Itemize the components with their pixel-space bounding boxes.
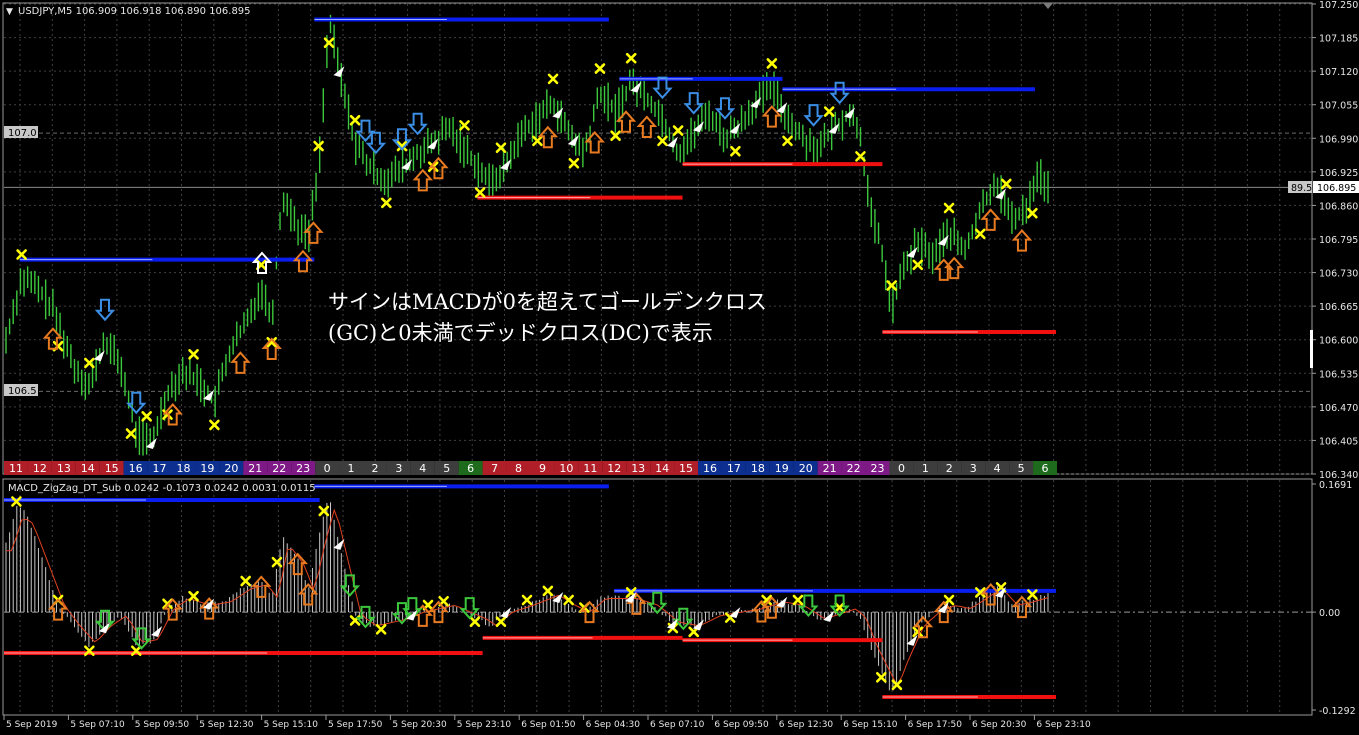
time-tick-label: 6 Sep 20:30 <box>972 720 1027 730</box>
time-tick-label: 6 Sep 01:50 <box>521 720 576 730</box>
time-tick-label: 6 Sep 07:10 <box>650 720 705 730</box>
current-price-label: 106.895 <box>1317 183 1356 194</box>
sub-axis: 0.1691 0.00 -0.1292 <box>1312 480 1356 717</box>
hour-cell-label: 21 <box>248 462 262 475</box>
hour-cell-label: 3 <box>395 462 402 475</box>
price-axis-scrollbar <box>1310 330 1313 368</box>
time-tick-label: 6 Sep 17:50 <box>908 720 963 730</box>
hour-cell-label: 6 <box>1042 462 1049 475</box>
hour-cell-label: 6 <box>467 462 474 475</box>
time-tick-label: 5 Sep 12:30 <box>199 720 254 730</box>
time-tick-label: 5 Sep 2019 <box>6 720 58 730</box>
hour-cell-label: 19 <box>775 462 789 475</box>
sub-panel-frame <box>2 478 1313 716</box>
price-tick-label: 106.470 <box>1319 403 1358 414</box>
hour-cell-label: 22 <box>847 462 861 475</box>
collapse-marker[interactable]: ▼ <box>6 7 13 17</box>
hour-cell-label: 19 <box>200 462 214 475</box>
hour-cell-label: 0 <box>898 462 905 475</box>
hour-cell-label: 11 <box>9 462 23 475</box>
hour-cell-label: 12 <box>607 462 621 475</box>
sub-tick-label: 0.1691 <box>1319 480 1352 491</box>
hour-cell-label: 22 <box>272 462 286 475</box>
time-tick-label: 5 Sep 20:30 <box>392 720 447 730</box>
price-tick-label: 106.535 <box>1319 369 1358 380</box>
price-tick-label: 107.250 <box>1319 0 1358 11</box>
hour-cell-label: 4 <box>994 462 1001 475</box>
time-tick-label: 5 Sep 15:10 <box>264 720 319 730</box>
chart-canvas[interactable]: 11 12 13 14 15 16 17 18 19 20 21 22 23 0 1 2 3 4 5 6 7 8 9 10 11… <box>0 0 1359 735</box>
price-tick-label: 106.600 <box>1319 336 1358 347</box>
hour-cell-label: 3 <box>970 462 977 475</box>
hour-cell-label: 2 <box>946 462 953 475</box>
time-tick-label: 5 Sep 09:50 <box>135 720 190 730</box>
hour-cell-label: 0 <box>324 462 331 475</box>
hour-cell-label: 23 <box>871 462 885 475</box>
hour-cell-label: 15 <box>679 462 693 475</box>
time-tick-label: 6 Sep 04:30 <box>586 720 641 730</box>
hour-cell-label: 13 <box>631 462 645 475</box>
hour-cell-label: 1 <box>922 462 929 475</box>
price-tick-label: 106.795 <box>1319 235 1358 246</box>
hour-cell-label: 8 <box>515 462 522 475</box>
time-tick-label: 5 Sep 17:50 <box>328 720 383 730</box>
price-tick-label: 106.925 <box>1319 168 1358 179</box>
main-chart-header: USDJPY,M5 106.909 106.918 106.890 106.89… <box>18 6 251 17</box>
price-tick-label: 107.055 <box>1319 101 1358 112</box>
hour-cell-label: 11 <box>583 462 597 475</box>
hour-cell-label: 14 <box>655 462 669 475</box>
hour-cell-label: 9 <box>539 462 546 475</box>
hour-cell-label: 18 <box>176 462 190 475</box>
hour-cell-label: 5 <box>443 462 450 475</box>
sub-tick-label: -0.1292 <box>1319 706 1356 717</box>
hour-cell-label: 1 <box>348 462 355 475</box>
time-tick-label: 6 Sep 12:30 <box>779 720 834 730</box>
sub-chart-header: MACD_ZigZag_DT_Sub 0.0242 -0.1073 0.0242… <box>8 483 316 494</box>
hour-cell-label: 2 <box>371 462 378 475</box>
hour-cell-label: 13 <box>57 462 71 475</box>
time-tick-label: 6 Sep 23:10 <box>1036 720 1091 730</box>
hour-cell-label: 16 <box>129 462 143 475</box>
price-tick-label: 106.730 <box>1319 269 1358 280</box>
hour-cell-label: 10 <box>559 462 573 475</box>
hour-cell-label: 12 <box>33 462 47 475</box>
mt4-chart-window: 11 12 13 14 15 16 17 18 19 20 21 22 23 0 1 2 3 4 5 6 7 8 9 10 11… <box>0 0 1359 735</box>
hour-cell-label: 17 <box>153 462 167 475</box>
hour-cell-label: 21 <box>823 462 837 475</box>
hour-cell-label: 5 <box>1018 462 1025 475</box>
session-hour-bar: 11 12 13 14 15 16 17 18 19 20 21 22 23 0 1 2 3 4 5 6 7 8 9 10 11… <box>4 461 1057 475</box>
time-tick-label: 6 Sep 09:50 <box>714 720 769 730</box>
price-tick-label: 107.185 <box>1319 34 1358 45</box>
hour-cell-label: 16 <box>703 462 717 475</box>
time-tick-label: 5 Sep 07:10 <box>70 720 125 730</box>
price-tick-label: 107.120 <box>1319 67 1358 78</box>
annotation-line-2: (GC)と0未満でデッドクロス(DC)で表示 <box>328 321 713 345</box>
hour-cell-label: 15 <box>105 462 119 475</box>
price-axis: 107.250 107.185 107.120 107.055 106.990 106.9… <box>1310 0 1358 481</box>
hour-cell-label: 4 <box>419 462 426 475</box>
hour-cell-label: 20 <box>224 462 238 475</box>
annotation-line-1: サインはMACDが0を超えてゴールデンクロス <box>328 290 767 314</box>
time-axis: 5 Sep 2019 5 Sep 07:10 5 Sep 09:50 5 Sep 12… <box>3 715 1091 730</box>
hour-cell-label: 23 <box>296 462 310 475</box>
level-label-0: 107.0 <box>8 128 37 139</box>
hour-cell-label: 7 <box>491 462 498 475</box>
hour-cell-label: 14 <box>81 462 95 475</box>
sub-tick-label: 0.00 <box>1319 608 1340 619</box>
hour-cell-label: 20 <box>799 462 813 475</box>
price-tick-label: 106.860 <box>1319 201 1358 212</box>
time-tick-label: 6 Sep 15:10 <box>843 720 898 730</box>
time-tick-label: 5 Sep 23:10 <box>457 720 512 730</box>
level-label-1: 106.5 <box>8 386 37 397</box>
price-tick-label: 106.405 <box>1319 436 1358 447</box>
price-tick-label: 106.665 <box>1319 302 1358 313</box>
crosshair-label: 89.5 <box>1291 183 1312 194</box>
price-tick-label: 106.990 <box>1319 134 1358 145</box>
hour-cell-label: 18 <box>751 462 765 475</box>
hour-cell-label: 17 <box>727 462 741 475</box>
